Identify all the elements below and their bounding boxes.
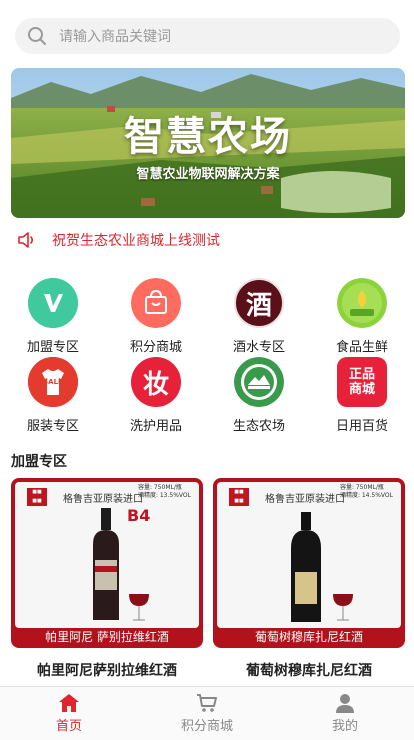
section-title-join-zone: 加盟专区 <box>11 454 67 470</box>
liquor-glyph: 酒 <box>245 290 272 321</box>
product-image: ■■ ■■ 格鲁吉亚原装进口 容量: 750ML/瓶 酒精度: 14.5%VOL <box>217 482 401 628</box>
speaker-icon <box>18 232 34 248</box>
fresh-food-icon <box>337 278 387 328</box>
search-placeholder[interactable]: 请输入商品关键词 <box>59 26 171 46</box>
product-image-caption: 帕里阿尼 萨别拉维红酒 <box>45 630 169 644</box>
product-name[interactable]: 葡萄树穆库扎尼红酒 <box>213 660 405 680</box>
category-label: 积分商城 <box>129 340 182 355</box>
category-join-zone[interactable]: 加盟专区 <box>8 278 98 355</box>
tab-profile[interactable]: 我的 <box>276 687 414 740</box>
join-zone-icon <box>28 278 78 328</box>
category-fresh-food[interactable]: 食品生鲜 <box>317 278 407 355</box>
category-clothing[interactable]: SALE 服装专区 <box>8 357 98 434</box>
category-eco-farm[interactable]: 生态农场 <box>214 357 304 434</box>
category-label: 服装专区 <box>26 419 79 434</box>
tab-label: 积分商城 <box>180 719 233 734</box>
sale-text: SALE <box>43 378 63 386</box>
category-label: 生态农场 <box>232 419 285 434</box>
toiletries-icon: 妆 <box>131 357 181 407</box>
product-name[interactable]: 帕里阿尼萨别拉维红酒 <box>11 660 203 680</box>
bottom-tab-bar: 首页 积分商城 我的 <box>0 686 414 740</box>
search-bar[interactable]: 请输入商品关键词 <box>15 18 400 54</box>
category-label: 食品生鲜 <box>335 340 388 355</box>
liquor-icon: 酒 <box>234 278 284 328</box>
tab-label: 首页 <box>55 719 82 734</box>
wine-bottle-icon <box>93 508 149 621</box>
category-label: 酒水专区 <box>232 340 285 355</box>
category-points-shop[interactable]: 积分商城 <box>111 278 201 355</box>
category-liquor[interactable]: 酒 酒水专区 <box>214 278 304 355</box>
search-icon <box>28 27 46 45</box>
daily-goods-icon: 正品商城 <box>337 357 387 407</box>
home-icon <box>59 694 79 712</box>
category-toiletries[interactable]: 妆 洗护用品 <box>111 357 201 434</box>
product-card[interactable]: ■■ ■■ 格鲁吉亚原装进口 容量: 750ML/瓶 酒精度: 14.5%VOL … <box>213 478 405 648</box>
user-icon <box>336 694 354 713</box>
points-shop-icon <box>131 278 181 328</box>
toiletries-glyph: 妆 <box>142 369 169 400</box>
product-image-caption: 葡萄树穆库扎尼红酒 <box>254 630 363 644</box>
tab-points-shop[interactable]: 积分商城 <box>138 687 276 740</box>
announcement-text: 祝贺生态农业商城上线测试 <box>52 233 220 249</box>
tab-label: 我的 <box>331 719 358 734</box>
banner-title: 智慧农场 <box>124 113 292 160</box>
announcement-bar[interactable]: 祝贺生态农业商城上线测试 <box>16 228 220 252</box>
category-daily-goods[interactable]: 正品商城 日用百货 <box>317 357 407 434</box>
eco-farm-icon <box>234 357 284 407</box>
category-label: 加盟专区 <box>26 340 79 355</box>
product-image: ■■ ■■ 格鲁吉亚原装进口 容量: 750ML/瓶 酒精度: 13.5%VOL … <box>15 482 199 628</box>
cart-icon <box>197 694 217 712</box>
clothing-sale-icon: SALE <box>28 357 78 407</box>
daily-goods-glyph: 正品商城 <box>348 367 375 397</box>
category-label: 洗护用品 <box>129 419 182 434</box>
wine-bottle-icon <box>291 512 353 622</box>
tab-home[interactable]: 首页 <box>0 687 138 740</box>
app-page: 请输入商品关键词 智慧农场 智慧农业物联网解决方案 祝贺生态农业商城上线测试 加… <box>0 0 414 740</box>
banner-subtitle: 智慧农业物联网解决方案 <box>136 167 280 182</box>
promo-banner[interactable]: 智慧农场 智慧农业物联网解决方案 <box>11 68 405 218</box>
category-label: 日用百货 <box>335 419 388 434</box>
product-card[interactable]: ■■ ■■ 格鲁吉亚原装进口 容量: 750ML/瓶 酒精度: 13.5%VOL … <box>11 478 203 648</box>
